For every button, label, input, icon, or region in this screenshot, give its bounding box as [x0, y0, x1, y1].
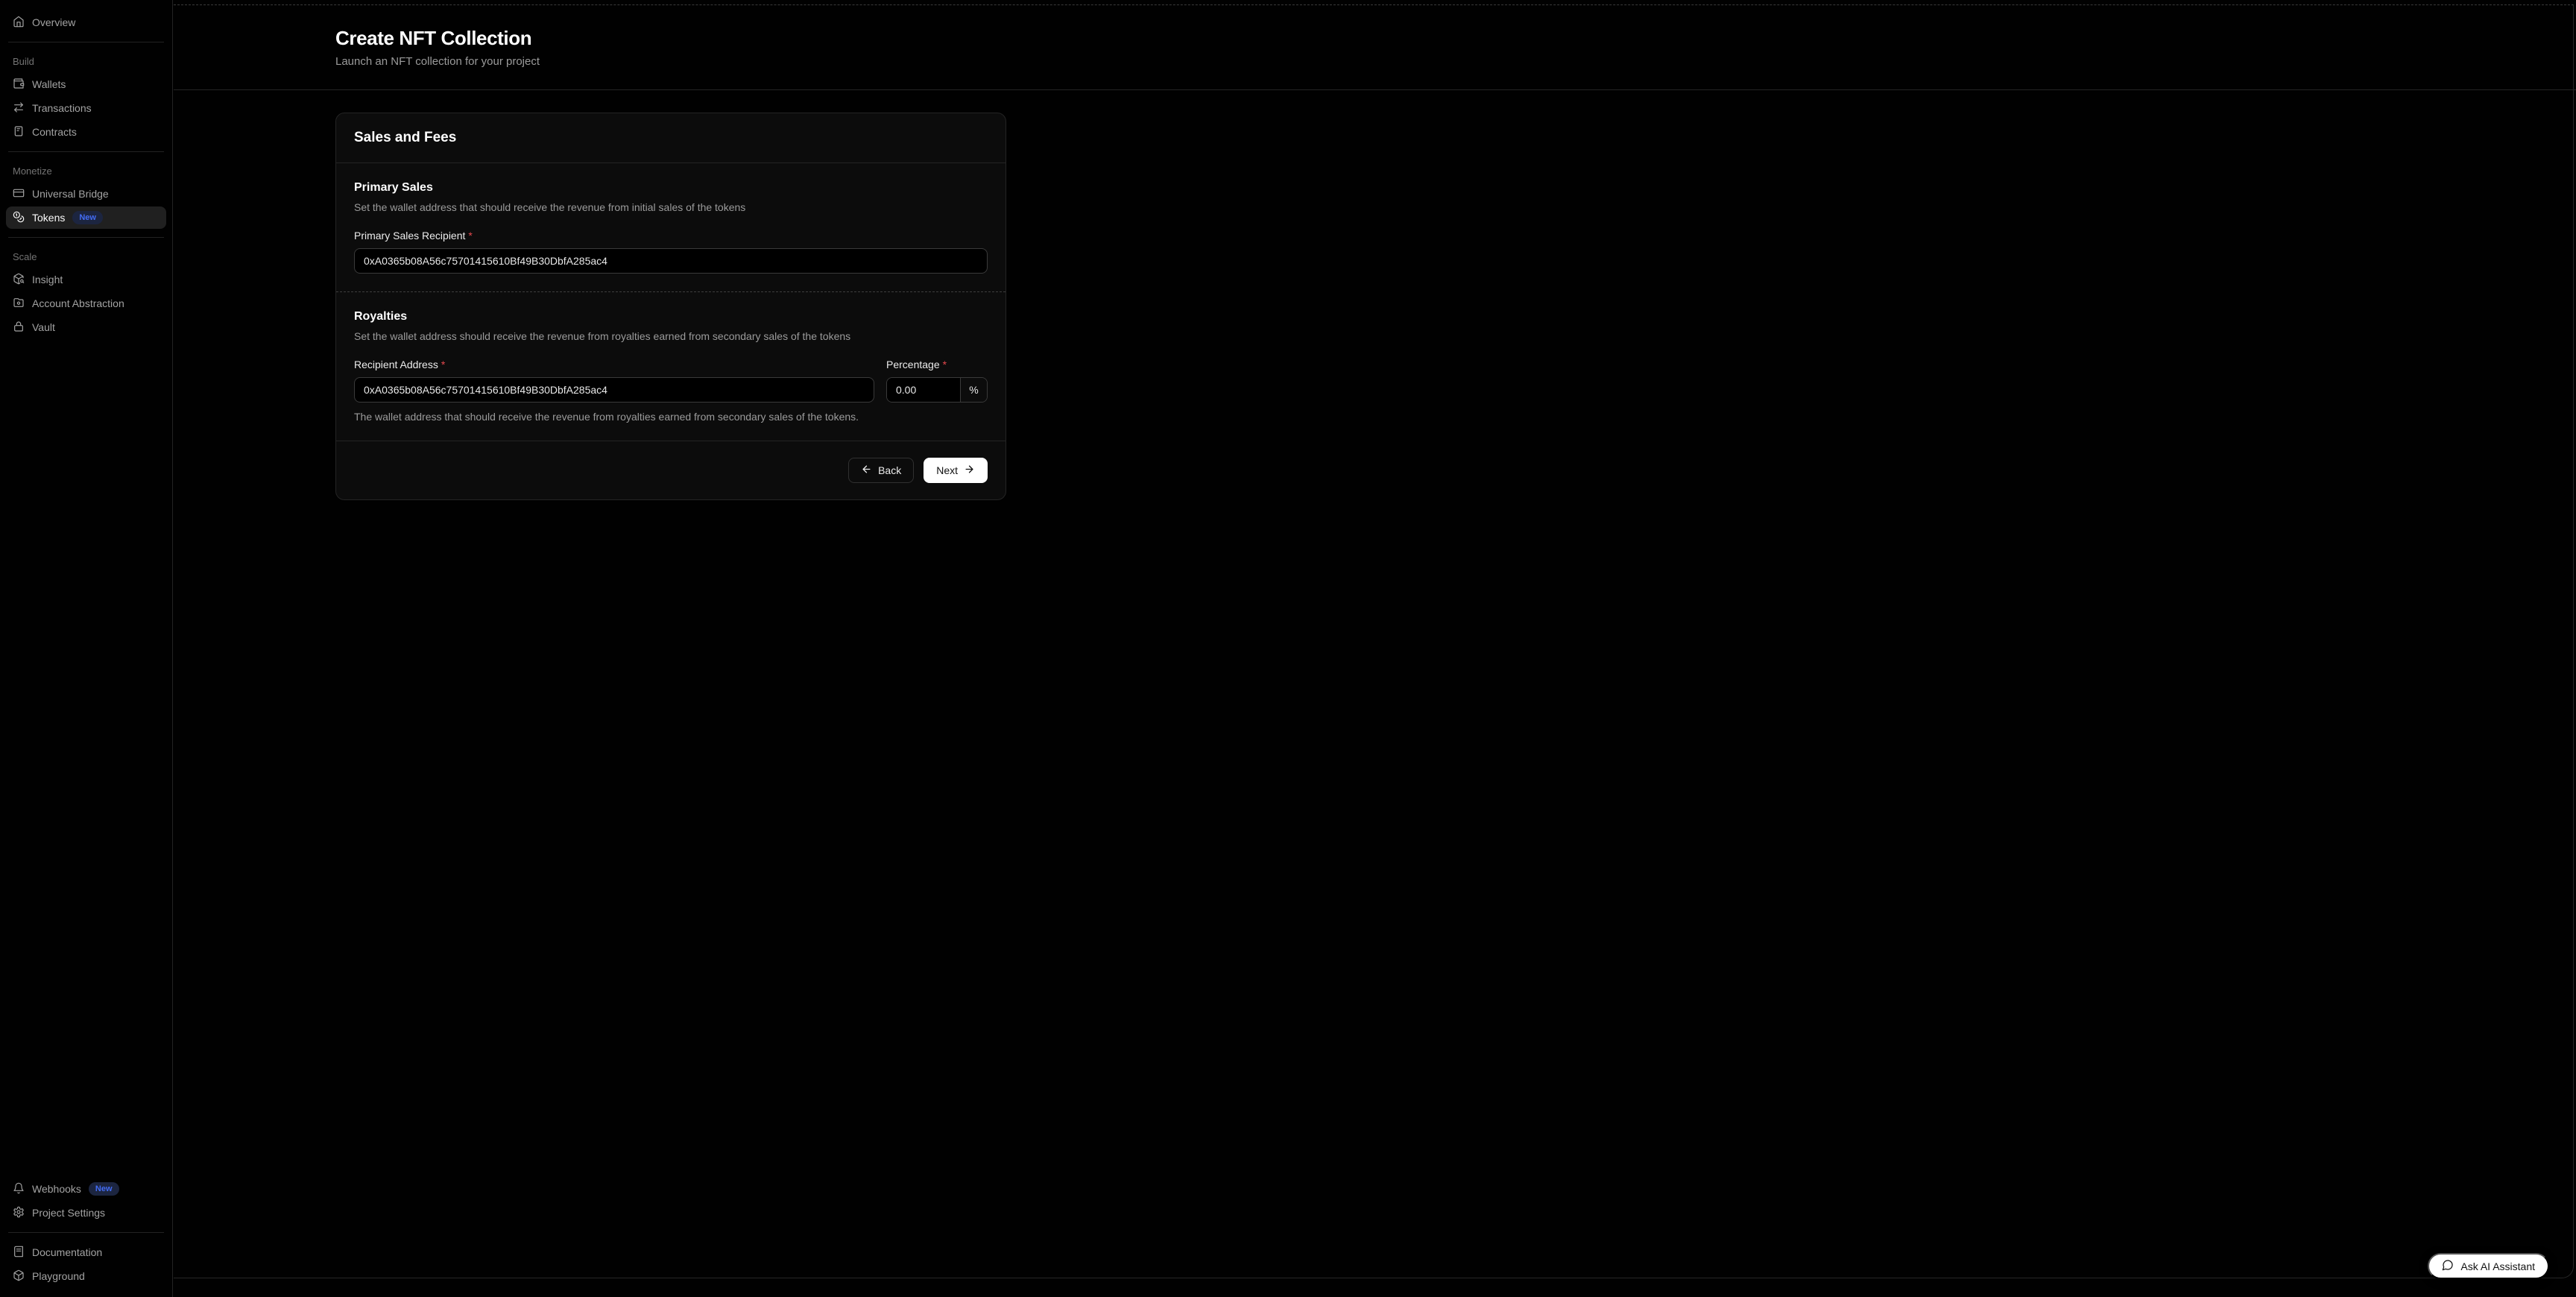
- document-icon: [13, 125, 25, 139]
- sidebar-item-tokens[interactable]: Tokens New: [6, 206, 166, 229]
- sidebar-item-label: Transactions: [32, 102, 92, 114]
- royalty-percentage-label: Percentage*: [886, 359, 988, 370]
- royalties-fields-row: Recipient Address* Percentage* %: [354, 342, 988, 403]
- sidebar-spacer: [4, 339, 168, 1177]
- royalties-heading: Royalties: [354, 310, 988, 324]
- royalty-percentage-input[interactable]: [887, 378, 960, 402]
- package-search-icon: [13, 273, 25, 287]
- card-footer: Back Next: [336, 441, 1006, 499]
- sidebar-item-overview[interactable]: Overview: [6, 11, 166, 34]
- sidebar-item-playground[interactable]: Playground: [6, 1265, 166, 1287]
- primary-sales-section: Primary Sales Set the wallet address tha…: [336, 163, 1006, 291]
- sidebar-item-label: Vault: [32, 321, 55, 333]
- lock-icon: [13, 321, 25, 335]
- percent-suffix: %: [960, 378, 987, 402]
- sidebar-item-webhooks[interactable]: Webhooks New: [6, 1178, 166, 1200]
- arrow-left-icon: [861, 464, 872, 477]
- back-button[interactable]: Back: [848, 458, 914, 483]
- sidebar-section-build: Build: [13, 56, 160, 67]
- sidebar-item-label: Playground: [32, 1270, 85, 1282]
- ask-ai-assistant-label: Ask AI Assistant: [2460, 1260, 2535, 1272]
- sidebar-section-monetize: Monetize: [13, 165, 160, 177]
- ask-ai-assistant-button[interactable]: Ask AI Assistant: [2428, 1253, 2549, 1279]
- sidebar-section-scale: Scale: [13, 251, 160, 262]
- main-content: Create NFT Collection Launch an NFT coll…: [174, 0, 2576, 1297]
- next-button-label: Next: [936, 464, 958, 476]
- arrow-right-icon: [964, 464, 975, 477]
- next-button[interactable]: Next: [924, 458, 988, 483]
- page-header: Create NFT Collection Launch an NFT coll…: [174, 0, 2576, 90]
- royalty-recipient-input[interactable]: [354, 377, 874, 403]
- divider: [8, 1232, 164, 1233]
- sidebar-item-label: Wallets: [32, 78, 66, 90]
- royalties-description: Set the wallet address should receive th…: [354, 330, 988, 342]
- percentage-input-group: %: [886, 377, 988, 403]
- arrows-left-right-icon: [13, 101, 25, 116]
- sidebar-item-project-settings[interactable]: Project Settings: [6, 1202, 166, 1224]
- required-asterisk: *: [943, 359, 947, 370]
- sidebar-item-label: Tokens: [32, 212, 65, 224]
- sidebar-item-label: Documentation: [32, 1246, 102, 1258]
- sidebar-item-label: Project Settings: [32, 1207, 105, 1219]
- royalty-helper-text: The wallet address that should receive t…: [354, 411, 988, 423]
- sidebar: Overview Build Wallets Transactions Cont…: [0, 0, 173, 1297]
- cube-icon: [13, 1269, 25, 1284]
- sidebar-item-label: Account Abstraction: [32, 297, 124, 309]
- royalties-section: Royalties Set the wallet address should …: [336, 292, 1006, 441]
- page-title: Create NFT Collection: [335, 27, 2576, 50]
- sidebar-item-label: Webhooks: [32, 1183, 81, 1195]
- sidebar-item-wallets[interactable]: Wallets: [6, 73, 166, 95]
- new-badge: New: [89, 1182, 119, 1196]
- divider: [8, 151, 164, 152]
- required-asterisk: *: [441, 359, 445, 370]
- sidebar-item-vault[interactable]: Vault: [6, 316, 166, 338]
- back-button-label: Back: [878, 464, 901, 476]
- new-badge: New: [72, 211, 103, 224]
- smart-wallet-icon: [13, 297, 25, 311]
- book-icon: [13, 1246, 25, 1260]
- sidebar-item-label: Overview: [32, 16, 75, 28]
- sidebar-item-insight[interactable]: Insight: [6, 268, 166, 291]
- sidebar-item-label: Universal Bridge: [32, 188, 109, 200]
- sidebar-item-universal-bridge[interactable]: Universal Bridge: [6, 183, 166, 205]
- sidebar-item-label: Contracts: [32, 126, 77, 138]
- primary-sales-recipient-input[interactable]: [354, 248, 988, 274]
- page-subtitle: Launch an NFT collection for your projec…: [335, 55, 2576, 68]
- chat-bubble-icon: [2442, 1259, 2454, 1273]
- primary-sales-description: Set the wallet address that should recei…: [354, 201, 988, 213]
- required-asterisk: *: [468, 230, 472, 242]
- card-title: Sales and Fees: [336, 113, 1006, 163]
- primary-sales-heading: Primary Sales: [354, 181, 988, 195]
- sidebar-item-contracts[interactable]: Contracts: [6, 121, 166, 143]
- coins-icon: [13, 211, 25, 225]
- royalty-recipient-label: Recipient Address*: [354, 359, 874, 370]
- bell-icon: [13, 1182, 25, 1196]
- sidebar-item-account-abstraction[interactable]: Account Abstraction: [6, 292, 166, 315]
- wallet-icon: [13, 78, 25, 92]
- sidebar-item-transactions[interactable]: Transactions: [6, 97, 166, 119]
- sales-and-fees-card: Sales and Fees Primary Sales Set the wal…: [335, 113, 1006, 500]
- divider: [8, 237, 164, 238]
- credit-card-icon: [13, 187, 25, 201]
- sidebar-item-documentation[interactable]: Documentation: [6, 1241, 166, 1263]
- sidebar-item-label: Insight: [32, 274, 63, 285]
- gear-icon: [13, 1206, 25, 1220]
- home-icon: [13, 16, 25, 30]
- primary-sales-recipient-label: Primary Sales Recipient*: [354, 230, 988, 242]
